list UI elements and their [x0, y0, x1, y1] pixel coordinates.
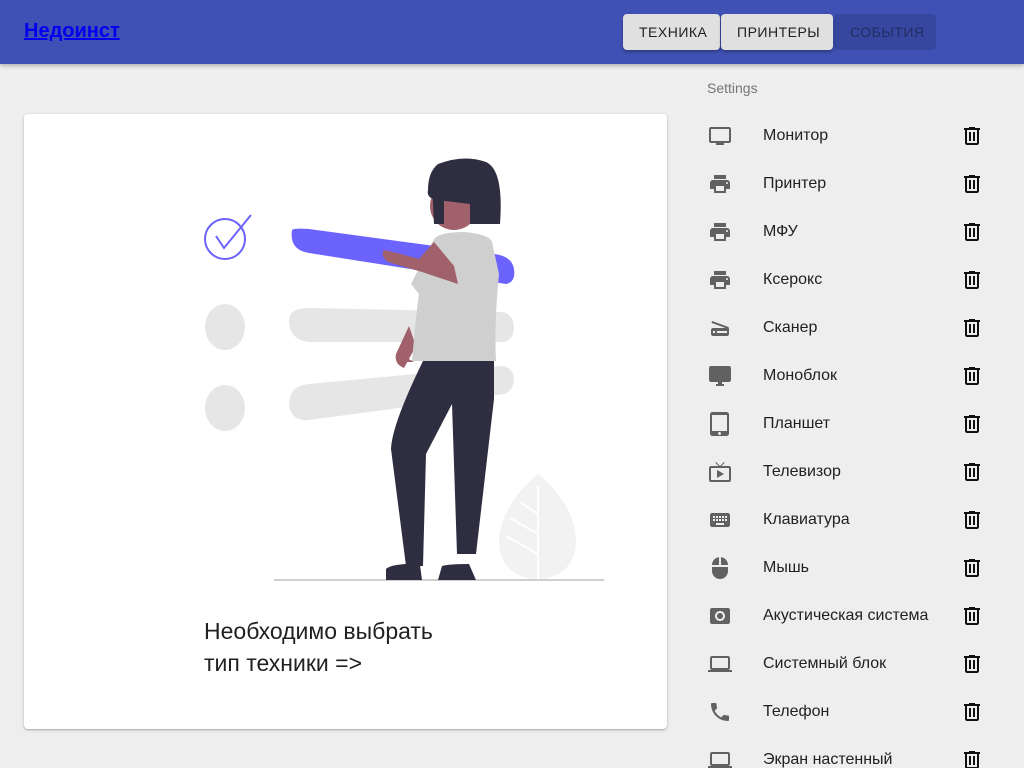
app-bar: Недоинст ТЕХНИКА ПРИНТЕРЫ СОБЫТИЯ: [0, 0, 1024, 64]
equipment-type-row[interactable]: Ксерокс: [700, 256, 1000, 304]
equipment-type-row[interactable]: Моноблок: [700, 352, 1000, 400]
equipment-type-label: Акустическая система: [763, 607, 929, 624]
equipment-type-row[interactable]: Акустическая система: [700, 592, 1000, 640]
laptop-icon: [708, 748, 732, 768]
empty-state-card: Необходимо выбрать тип техники =>: [24, 114, 667, 729]
printer-icon: [708, 220, 732, 244]
keyboard-icon: [708, 508, 732, 532]
delete-icon[interactable]: [960, 748, 984, 768]
equipment-type-label: Сканер: [763, 319, 818, 336]
delete-icon[interactable]: [960, 652, 984, 676]
nav-events-button[interactable]: СОБЫТИЯ: [834, 14, 936, 50]
delete-icon[interactable]: [960, 508, 984, 532]
equipment-type-label: Клавиатура: [763, 511, 850, 528]
scanner-icon: [708, 316, 732, 340]
delete-icon[interactable]: [960, 220, 984, 244]
equipment-type-row[interactable]: Телефон: [700, 688, 1000, 736]
equipment-type-label: Принтер: [763, 175, 827, 192]
tv-icon: [708, 460, 732, 484]
laptop-icon: [708, 652, 732, 676]
nav-tech-button[interactable]: ТЕХНИКА: [623, 14, 720, 50]
empty-state-illustration: [204, 158, 604, 581]
equipment-type-row[interactable]: Принтер: [700, 160, 1000, 208]
printer-icon: [708, 172, 732, 196]
nav-printers-button[interactable]: ПРИНТЕРЫ: [721, 14, 833, 50]
delete-icon[interactable]: [960, 412, 984, 436]
equipment-type-label: Мышь: [763, 559, 809, 576]
equipment-type-label: МФУ: [763, 223, 798, 240]
delete-icon[interactable]: [960, 460, 984, 484]
phone-icon: [708, 700, 732, 724]
mouse-icon: [708, 556, 732, 580]
delete-icon[interactable]: [960, 268, 984, 292]
equipment-type-row[interactable]: Монитор: [700, 112, 1000, 160]
choose-type-hint: Необходимо выбрать тип техники =>: [204, 618, 433, 676]
equipment-type-label: Моноблок: [763, 367, 837, 384]
equipment-type-label: Телевизор: [763, 463, 841, 480]
delete-icon[interactable]: [960, 604, 984, 628]
tablet-icon: [708, 412, 732, 436]
equipment-type-row[interactable]: МФУ: [700, 208, 1000, 256]
equipment-type-row[interactable]: Экран настенный: [700, 736, 1000, 768]
equipment-type-row[interactable]: Мышь: [700, 544, 1000, 592]
brand-link[interactable]: Недоинст: [24, 20, 120, 43]
printer-icon: [708, 268, 732, 292]
equipment-type-row[interactable]: Сканер: [700, 304, 1000, 352]
equipment-type-label: Системный блок: [763, 655, 887, 672]
equipment-type-label: Телефон: [763, 703, 830, 720]
equipment-type-row[interactable]: Планшет: [700, 400, 1000, 448]
desktop-icon: [708, 364, 732, 388]
equipment-type-label: Экран настенный: [763, 751, 893, 768]
speaker-icon: [708, 604, 732, 628]
delete-icon[interactable]: [960, 364, 984, 388]
equipment-type-list: Монитор Принтер МФУ Ксерокс Сканер Моноблок Пл…: [700, 112, 1000, 768]
equipment-type-row[interactable]: Клавиатура: [700, 496, 1000, 544]
monitor-icon: [708, 124, 732, 148]
equipment-type-row[interactable]: Системный блок: [700, 640, 1000, 688]
equipment-type-label: Ксерокс: [763, 271, 823, 288]
equipment-type-row[interactable]: Телевизор: [700, 448, 1000, 496]
delete-icon[interactable]: [960, 172, 984, 196]
delete-icon[interactable]: [960, 124, 984, 148]
delete-icon[interactable]: [960, 700, 984, 724]
delete-icon[interactable]: [960, 556, 984, 580]
delete-icon[interactable]: [960, 316, 984, 340]
equipment-type-label: Планшет: [763, 415, 831, 432]
equipment-type-label: Монитор: [763, 127, 829, 144]
settings-heading: Settings: [707, 80, 758, 96]
